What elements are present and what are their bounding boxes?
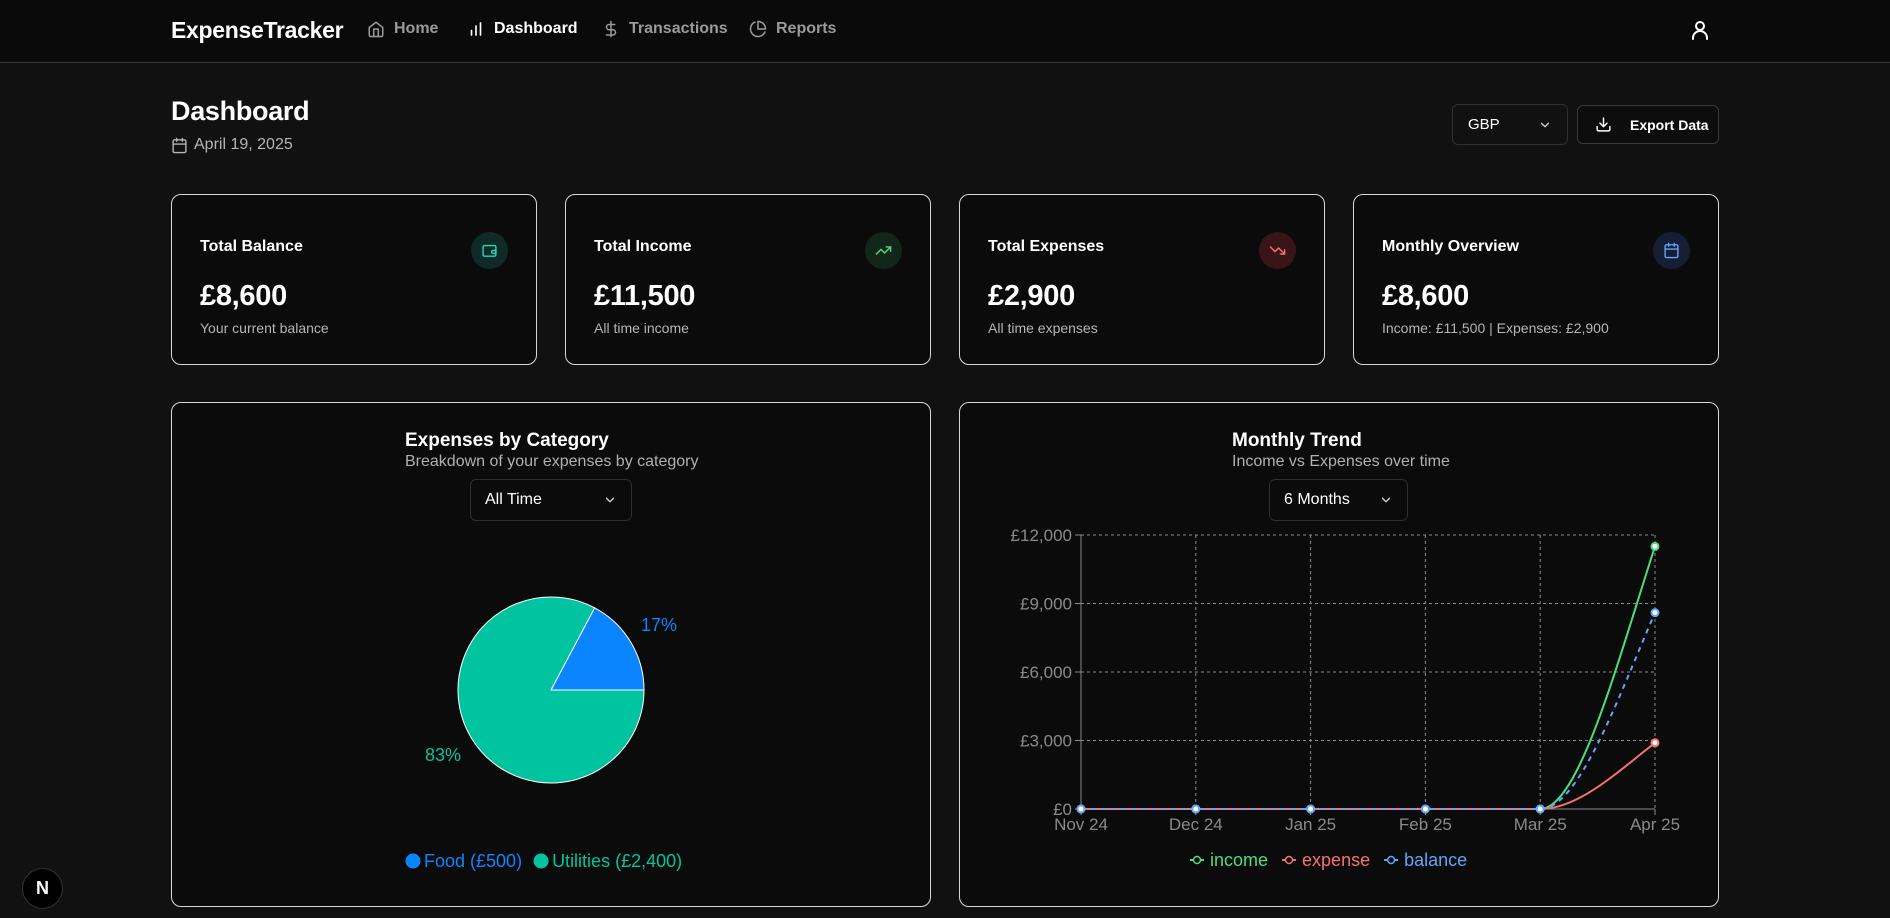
user-icon <box>1692 21 1708 40</box>
card-subtitle: Income: £11,500 | Expenses: £2,900 <box>1382 320 1609 336</box>
legend-swatch <box>533 853 549 869</box>
y-tick-label: £9,000 <box>1020 595 1072 614</box>
nav-transactions[interactable]: Transactions <box>602 20 728 38</box>
monthly-trend-panel: Monthly Trend Income vs Expenses over ti… <box>959 402 1719 907</box>
pie-legend-item-1[interactable]: Utilities (£2,400) <box>552 851 682 871</box>
export-data-label: Export Data <box>1630 116 1709 133</box>
currency-select-value: GBP <box>1468 116 1500 133</box>
trend-legend-item-balance[interactable]: balance <box>1404 850 1467 870</box>
pie-percent-label: 17% <box>641 615 677 635</box>
export-data-button[interactable]: Export Data <box>1577 105 1719 144</box>
legend-swatch <box>405 853 421 869</box>
expenses-by-category-panel: Expenses by Category Breakdown of your e… <box>171 402 931 907</box>
brand-logo[interactable]: ExpenseTracker <box>171 17 344 44</box>
download-icon <box>1596 117 1611 132</box>
x-tick-label: Jan 25 <box>1285 815 1336 834</box>
legend-marker <box>1386 855 1396 865</box>
calendar-icon <box>1653 232 1690 269</box>
nav-dashboard-label: Dashboard <box>494 20 578 37</box>
series-point-expense[interactable] <box>1650 738 1660 748</box>
nav-reports-label: Reports <box>776 20 837 37</box>
total-income-card: Total Income £11,500 All time income <box>565 194 931 365</box>
trend-legend-item-income[interactable]: income <box>1210 850 1268 870</box>
page-date: April 19, 2025 <box>171 136 293 154</box>
chevron-down-icon <box>1540 122 1550 127</box>
x-tick-label: Mar 25 <box>1514 815 1567 834</box>
page-title: Dashboard <box>171 96 310 126</box>
bar-chart-icon <box>470 22 482 36</box>
x-tick-label: Dec 24 <box>1169 815 1223 834</box>
nav-dashboard[interactable]: Dashboard <box>467 20 578 38</box>
card-subtitle: All time income <box>594 320 689 336</box>
pie-legend: Food (£500) Utilities (£2,400) <box>405 851 682 871</box>
page-date-text: April 19, 2025 <box>194 136 293 153</box>
y-tick-label: £3,000 <box>1020 732 1072 751</box>
total-balance-card: Total Balance £8,600 Your current balanc… <box>171 194 537 365</box>
card-title: Total Balance <box>200 238 303 255</box>
series-line-expense <box>1081 741 1656 810</box>
pie-legend-item-0[interactable]: Food (£500) <box>424 851 522 871</box>
expenses-pie-chart: 17% 83% Food (£500) Utilities (£2,400) <box>405 596 682 871</box>
pie-chart-icon <box>749 20 767 38</box>
trending-up-icon <box>865 232 902 269</box>
card-value: £8,600 <box>1382 280 1469 312</box>
legend-marker <box>1284 855 1294 865</box>
nav-home-label: Home <box>394 20 439 37</box>
wallet-icon <box>471 232 508 269</box>
x-tick-label: Feb 25 <box>1399 815 1452 834</box>
calendar-icon <box>172 137 187 153</box>
pie-percent-label: 83% <box>425 745 461 765</box>
nav-reports[interactable]: Reports <box>749 20 836 38</box>
card-value: £2,900 <box>988 280 1075 312</box>
series-line-balance <box>1081 612 1656 810</box>
chart-grid <box>1080 534 1656 810</box>
card-value: £8,600 <box>200 280 287 312</box>
series-point-balance[interactable] <box>1191 804 1201 814</box>
currency-select[interactable]: GBP <box>1452 104 1568 145</box>
series-point-balance[interactable] <box>1535 804 1545 814</box>
trend-legend: income expense balance <box>1190 850 1467 870</box>
card-subtitle: Your current balance <box>200 320 329 336</box>
nextjs-dev-badge[interactable]: N <box>22 868 63 909</box>
card-subtitle: All time expenses <box>988 320 1098 336</box>
top-navbar: ExpenseTracker Home Dashboard Transactio… <box>0 0 1890 63</box>
monthly-trend-chart: £0£3,000£6,000£9,000£12,000Nov 24 Dec 24 J… <box>1011 526 1681 870</box>
home-icon <box>368 21 384 38</box>
nav-home[interactable]: Home <box>367 20 438 38</box>
card-title: Monthly Overview <box>1382 238 1519 255</box>
series-point-balance[interactable] <box>1650 608 1660 618</box>
series-point-balance[interactable] <box>1420 804 1430 814</box>
card-value: £11,500 <box>594 280 696 312</box>
total-expenses-card: Total Expenses £2,900 All time expenses <box>959 194 1325 365</box>
dollar-icon <box>605 20 617 38</box>
series-line-income <box>1081 546 1656 810</box>
trend-legend-item-expense[interactable]: expense <box>1302 850 1370 870</box>
card-title: Total Income <box>594 238 692 255</box>
user-menu-button[interactable] <box>1688 18 1712 42</box>
trending-down-icon <box>1259 232 1296 269</box>
x-tick-label: Nov 24 <box>1054 815 1108 834</box>
x-tick-label: Apr 25 <box>1630 815 1680 834</box>
monthly-overview-card: Monthly Overview £8,600 Income: £11,500 … <box>1353 194 1719 365</box>
legend-marker <box>1192 855 1202 865</box>
card-title: Total Expenses <box>988 238 1105 255</box>
y-tick-label: £12,000 <box>1011 526 1072 545</box>
series-point-balance[interactable] <box>1076 804 1086 814</box>
series-point-balance[interactable] <box>1306 804 1316 814</box>
y-tick-label: £6,000 <box>1020 663 1072 682</box>
nav-transactions-label: Transactions <box>629 20 728 37</box>
series-point-income[interactable] <box>1650 541 1660 551</box>
